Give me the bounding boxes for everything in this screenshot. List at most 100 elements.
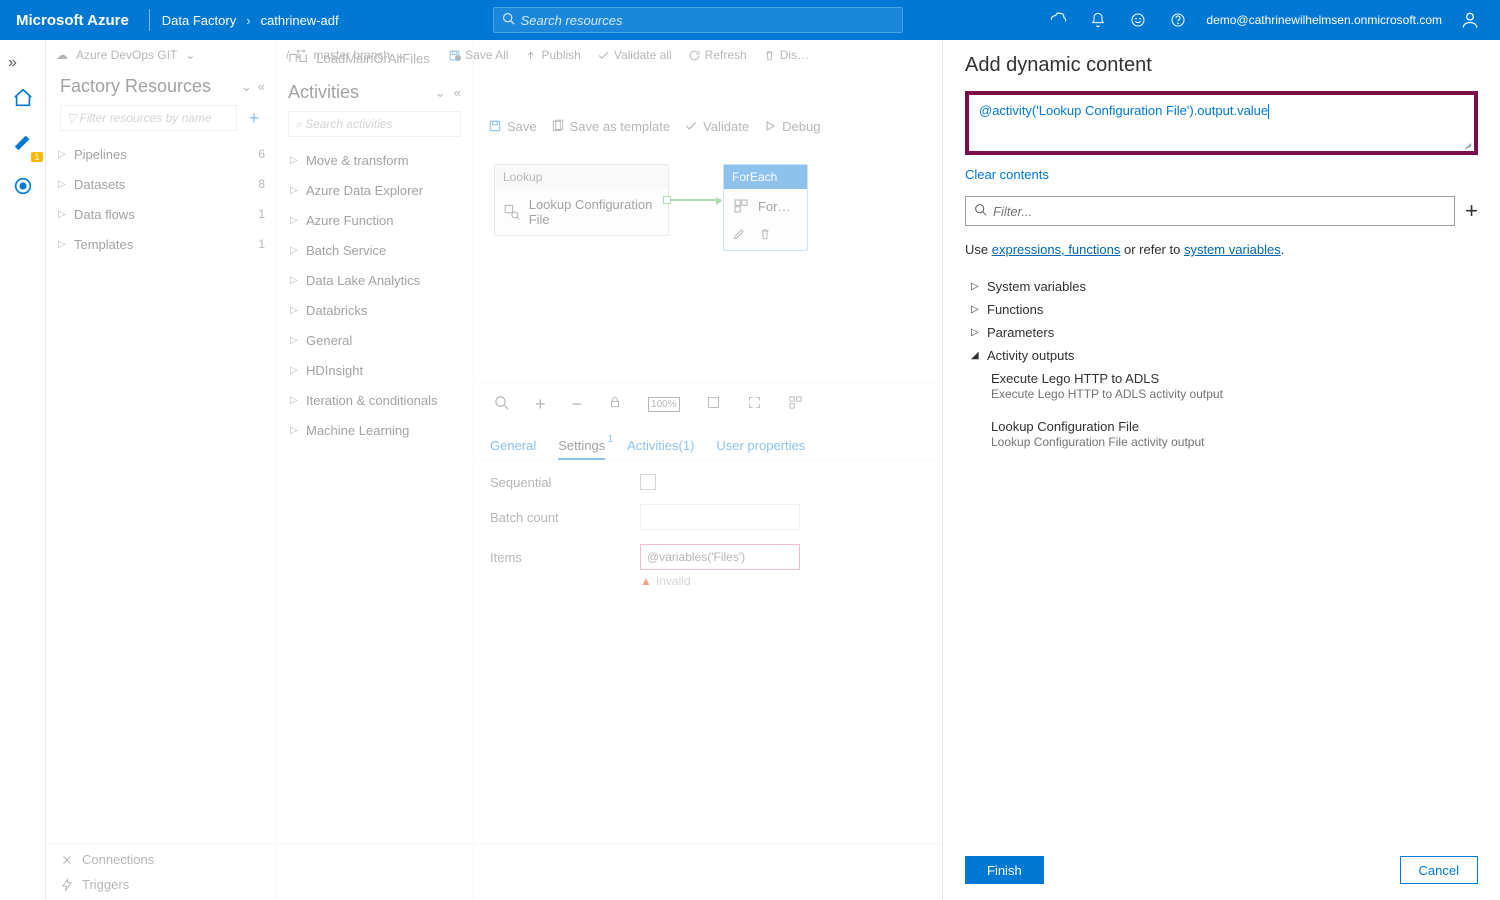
content-tree: ▷System variables ▷Functions ▷Parameters… <box>965 275 1478 453</box>
finish-button[interactable]: Finish <box>965 856 1044 884</box>
activity-group[interactable]: ▷Machine Learning <box>280 415 469 445</box>
validate-all-button[interactable]: Validate all <box>597 48 672 62</box>
system-variables-link[interactable]: system variables <box>1184 242 1281 257</box>
activity-group[interactable]: ▷Azure Data Explorer <box>280 175 469 205</box>
items-input[interactable] <box>640 544 800 570</box>
rail-home[interactable] <box>5 80 41 116</box>
section-functions[interactable]: ▷Functions <box>965 298 1478 321</box>
activities-title: Activities <box>288 82 435 103</box>
edit-icon[interactable] <box>732 227 746 246</box>
user-email[interactable]: demo@cathrinewilhelmsen.onmicrosoft.com <box>1198 13 1450 27</box>
avatar-icon[interactable] <box>1450 10 1490 30</box>
clear-contents-link[interactable]: Clear contents <box>965 167 1478 182</box>
save-template-button[interactable]: Save as template <box>551 119 670 134</box>
tab-general[interactable]: General <box>490 438 536 459</box>
layout-icon[interactable] <box>788 395 803 415</box>
fullscreen-icon[interactable] <box>747 395 762 415</box>
azure-top-bar: Microsoft Azure Data Factory › cathrinew… <box>0 0 1500 40</box>
zoom-out-icon[interactable]: − <box>572 394 583 415</box>
publish-button[interactable]: Publish <box>524 48 580 62</box>
cancel-button[interactable]: Cancel <box>1400 856 1478 884</box>
delete-icon[interactable] <box>758 227 772 246</box>
chevron-down-icon[interactable]: ⌄ <box>185 48 195 62</box>
zoom-reset-icon[interactable]: 100% <box>648 397 680 412</box>
tree-pipelines[interactable]: ▷Pipelines6 <box>52 139 265 169</box>
filter-resources-input[interactable]: ▽ Filter resources by name <box>60 105 237 131</box>
section-system-variables[interactable]: ▷System variables <box>965 275 1478 298</box>
filter-input[interactable] <box>993 204 1446 219</box>
rail-author[interactable]: 1 <box>5 124 41 160</box>
search-icon[interactable] <box>494 395 509 415</box>
lock-icon[interactable] <box>608 395 622 414</box>
help-icon[interactable] <box>1158 12 1198 28</box>
breadcrumb-service[interactable]: Data Factory <box>158 11 240 30</box>
triggers-link[interactable]: Triggers <box>60 877 928 892</box>
add-button[interactable]: + <box>1465 198 1478 224</box>
debug-button[interactable]: Debug <box>763 119 820 134</box>
activity-group[interactable]: ▷Batch Service <box>280 235 469 265</box>
feedback-icon[interactable] <box>1118 12 1158 28</box>
add-resource-button[interactable]: + <box>243 108 265 129</box>
repo-name[interactable]: Azure DevOps GIT <box>76 48 177 62</box>
activity-group[interactable]: ▷Iteration & conditionals <box>280 385 469 415</box>
filter-box[interactable] <box>965 196 1455 226</box>
zoom-in-icon[interactable]: + <box>535 394 546 415</box>
collapse-icon[interactable]: ⌄ <box>435 85 446 101</box>
global-search-input[interactable] <box>521 13 894 28</box>
notifications-icon[interactable] <box>1078 12 1118 28</box>
section-parameters[interactable]: ▷Parameters <box>965 321 1478 344</box>
activity-group[interactable]: ▷Azure Function <box>280 205 469 235</box>
activity-group[interactable]: ▷General <box>280 325 469 355</box>
node-name: For… <box>758 199 791 214</box>
save-all-button[interactable]: Save All <box>448 48 508 62</box>
activity-group[interactable]: ▷HDInsight <box>280 355 469 385</box>
connections-link[interactable]: Connections <box>60 852 928 867</box>
search-icon <box>974 203 987 219</box>
breadcrumb-resource[interactable]: cathrinew-adf <box>257 11 343 30</box>
activity-output-item[interactable]: Execute Lego HTTP to ADLS Execute Lego H… <box>965 367 1478 405</box>
resources-tree: ▷Pipelines6 ▷Datasets8 ▷Data flows1 ▷Tem… <box>46 137 275 261</box>
tab-settings[interactable]: Settings1 <box>558 438 605 459</box>
activity-group[interactable]: ▷Databricks <box>280 295 469 325</box>
filter-icon: ▽ <box>67 111 76 125</box>
validate-button[interactable]: Validate <box>684 119 749 134</box>
success-connector[interactable] <box>671 199 721 201</box>
tree-templates[interactable]: ▷Templates1 <box>52 229 265 259</box>
lookup-icon <box>503 202 521 222</box>
git-icon: ☁ <box>56 48 68 62</box>
cloud-shell-icon[interactable] <box>1038 11 1078 29</box>
activity-group[interactable]: ▷Data Lake Analytics <box>280 265 469 295</box>
items-invalid-message: ▲ Invalid <box>640 574 926 588</box>
fit-screen-icon[interactable] <box>706 395 721 415</box>
section-activity-outputs[interactable]: ◢Activity outputs <box>965 344 1478 367</box>
factory-resources-title: Factory Resources <box>60 76 241 97</box>
batch-count-input[interactable] <box>640 504 800 530</box>
tab-activities[interactable]: Activities(1) <box>627 438 694 459</box>
global-search[interactable] <box>493 7 903 33</box>
foreach-activity-node[interactable]: ForEach For… <box>723 164 808 251</box>
chevron-down-icon[interactable]: ⌄ <box>396 48 406 62</box>
search-activities-input[interactable]: ⌕ Search activities <box>288 111 461 137</box>
activity-output-item[interactable]: Lookup Configuration File Lookup Configu… <box>965 415 1478 453</box>
refresh-button[interactable]: Refresh <box>688 48 747 62</box>
expression-editor[interactable]: @activity('Lookup Configuration File').o… <box>965 91 1478 155</box>
rail-expand-icon[interactable]: » <box>8 54 17 72</box>
collapse-panel-icon[interactable]: « <box>454 85 461 100</box>
pipeline-canvas[interactable]: Lookup Lookup Configuration File ForEach… <box>474 144 942 382</box>
expressions-functions-link[interactable]: expressions, functions <box>992 242 1121 257</box>
tree-dataflows[interactable]: ▷Data flows1 <box>52 199 265 229</box>
activity-group[interactable]: ▷Move & transform <box>280 145 469 175</box>
tree-datasets[interactable]: ▷Datasets8 <box>52 169 265 199</box>
sequential-checkbox[interactable] <box>640 474 656 490</box>
lookup-activity-node[interactable]: Lookup Lookup Configuration File <box>494 164 669 236</box>
save-button[interactable]: Save <box>488 119 537 134</box>
brand-label[interactable]: Microsoft Azure <box>10 12 141 29</box>
rail-monitor[interactable] <box>5 168 41 204</box>
branch-selector[interactable]: master branch <box>313 48 390 62</box>
panel-title: Add dynamic content <box>965 54 1478 77</box>
collapse-panel-icon[interactable]: « <box>258 79 265 95</box>
collapse-icon[interactable]: ⌄ <box>241 79 252 95</box>
resize-handle-icon[interactable] <box>1462 139 1472 149</box>
discard-button[interactable]: Dis… <box>763 48 809 62</box>
tab-user-properties[interactable]: User properties <box>716 438 805 459</box>
